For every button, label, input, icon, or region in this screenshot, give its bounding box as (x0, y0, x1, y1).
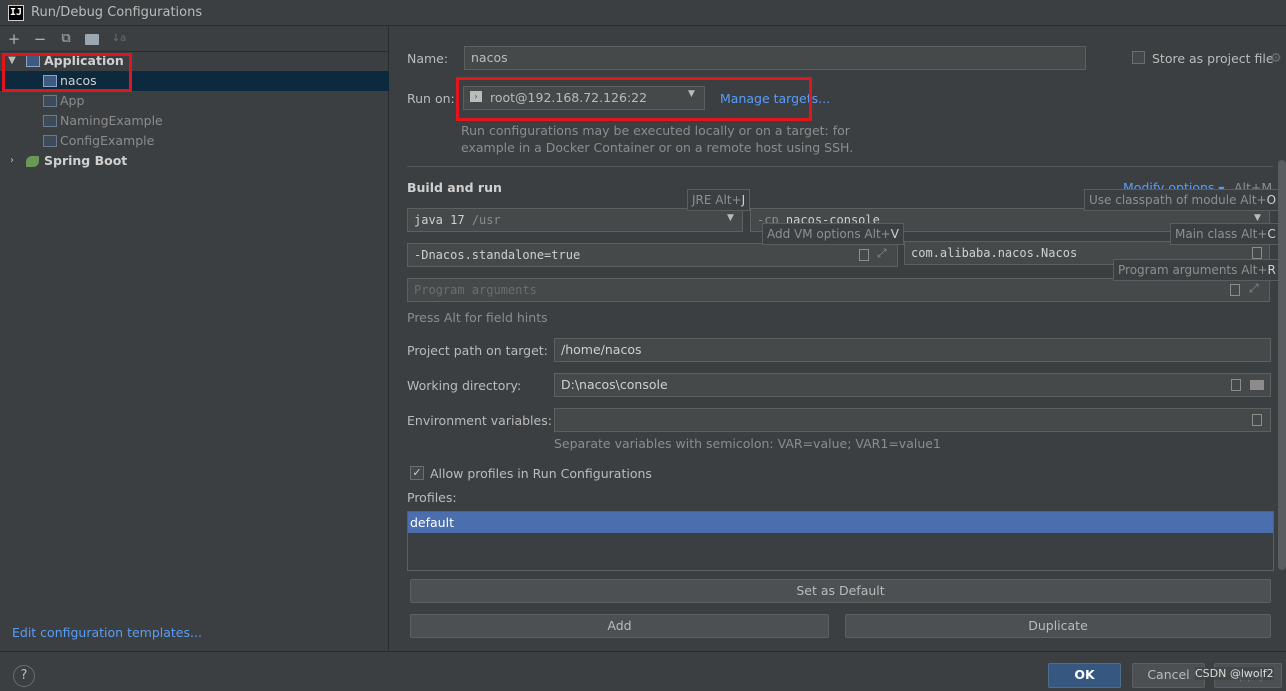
environment-variables-hint: Separate variables with semicolon: VAR=v… (554, 436, 941, 451)
macros-icon[interactable] (1231, 379, 1241, 391)
tree-item-label: App (60, 93, 85, 108)
application-config-icon (43, 95, 57, 107)
folder-icon[interactable] (85, 34, 99, 45)
add-profile-button[interactable]: Add (410, 614, 829, 638)
section-divider (407, 166, 1273, 167)
edit-icon[interactable] (1252, 414, 1262, 426)
copy-icon[interactable]: ⧉ (57, 30, 75, 48)
tree-item-app[interactable]: App (0, 91, 389, 111)
environment-variables-field[interactable] (554, 408, 1271, 432)
program-arguments-field[interactable]: Program arguments (407, 278, 1270, 302)
vm-options-tooltip: Add VM options Alt+V (762, 223, 904, 245)
watermark: CSDN @lwolf2 (1195, 667, 1274, 680)
expand-text-icon[interactable] (1230, 284, 1240, 296)
browse-icon[interactable] (1252, 247, 1262, 259)
set-as-default-button[interactable]: Set as Default (410, 579, 1271, 603)
run-on-hint: Run configurations may be executed local… (461, 123, 850, 138)
ok-button[interactable]: OK (1048, 663, 1121, 688)
build-and-run-heading: Build and run (407, 180, 502, 195)
tree-item-spring-boot[interactable]: › Spring Boot (0, 151, 389, 171)
add-icon[interactable]: + (5, 30, 23, 48)
environment-variables-label: Environment variables: (407, 413, 552, 428)
highlight-box (456, 77, 812, 121)
project-path-field[interactable]: /home/nacos (554, 338, 1271, 362)
working-directory-field[interactable]: D:\nacos\console (554, 373, 1271, 397)
classpath-tooltip: Use classpath of module Alt+O (1084, 189, 1282, 211)
chevron-right-icon[interactable]: › (6, 151, 18, 171)
profile-item-default[interactable]: default (408, 512, 1273, 533)
chevron-down-icon[interactable]: ▼ (727, 213, 734, 223)
jre-tooltip: JRE Alt+J (687, 189, 751, 211)
expand-text-icon[interactable] (859, 249, 869, 261)
edit-templates-link[interactable]: Edit configuration templates... (12, 625, 202, 640)
name-label: Name: (407, 51, 449, 66)
tree-item-label: NamingExample (60, 113, 163, 128)
vm-options-field[interactable]: -Dnacos.standalone=true (407, 243, 898, 267)
jre-select[interactable]: java 17 /usr (407, 208, 743, 232)
tree-item-namingexample[interactable]: NamingExample (0, 111, 389, 131)
gear-icon[interactable]: ⚙ (1270, 51, 1282, 66)
main-class-tooltip: Main class Alt+C (1170, 223, 1281, 245)
highlight-box (2, 53, 132, 92)
duplicate-profile-button[interactable]: Duplicate (845, 614, 1271, 638)
remove-icon[interactable]: − (31, 30, 49, 48)
title-bar: IJ Run/Debug Configurations (0, 0, 1286, 26)
maximize-icon[interactable]: ⤢ (1249, 281, 1259, 296)
allow-profiles-checkbox[interactable]: ✓ (410, 466, 424, 480)
maximize-icon[interactable]: ⤢ (877, 246, 887, 261)
folder-icon[interactable] (1250, 380, 1264, 390)
tree-item-label: Spring Boot (44, 153, 128, 168)
sort-icon[interactable]: ↓a (110, 30, 128, 48)
help-button[interactable]: ? (13, 665, 35, 687)
working-directory-label: Working directory: (407, 378, 522, 393)
tree-item-label: ConfigExample (60, 133, 155, 148)
project-path-label: Project path on target: (407, 343, 548, 358)
program-arguments-tooltip: Program arguments Alt+R (1113, 259, 1281, 281)
intellij-app-icon: IJ (8, 5, 24, 21)
profiles-label: Profiles: (407, 490, 457, 505)
run-on-label: Run on: (407, 91, 455, 106)
allow-profiles-label: Allow profiles in Run Configurations (430, 466, 652, 481)
store-checkbox[interactable] (1132, 51, 1145, 64)
application-config-icon (43, 135, 57, 147)
store-label: Store as project file (1152, 51, 1274, 66)
alt-hint: Press Alt for field hints (407, 310, 548, 325)
scrollbar-thumb[interactable] (1278, 160, 1286, 570)
application-config-icon (43, 115, 57, 127)
tree-item-configexample[interactable]: ConfigExample (0, 131, 389, 151)
window-title: Run/Debug Configurations (31, 5, 203, 20)
chevron-down-icon[interactable]: ▼ (1254, 213, 1261, 223)
spring-boot-icon (26, 156, 39, 167)
run-on-hint: example in a Docker Container or on a re… (461, 140, 854, 155)
name-field[interactable]: nacos (464, 46, 1086, 70)
